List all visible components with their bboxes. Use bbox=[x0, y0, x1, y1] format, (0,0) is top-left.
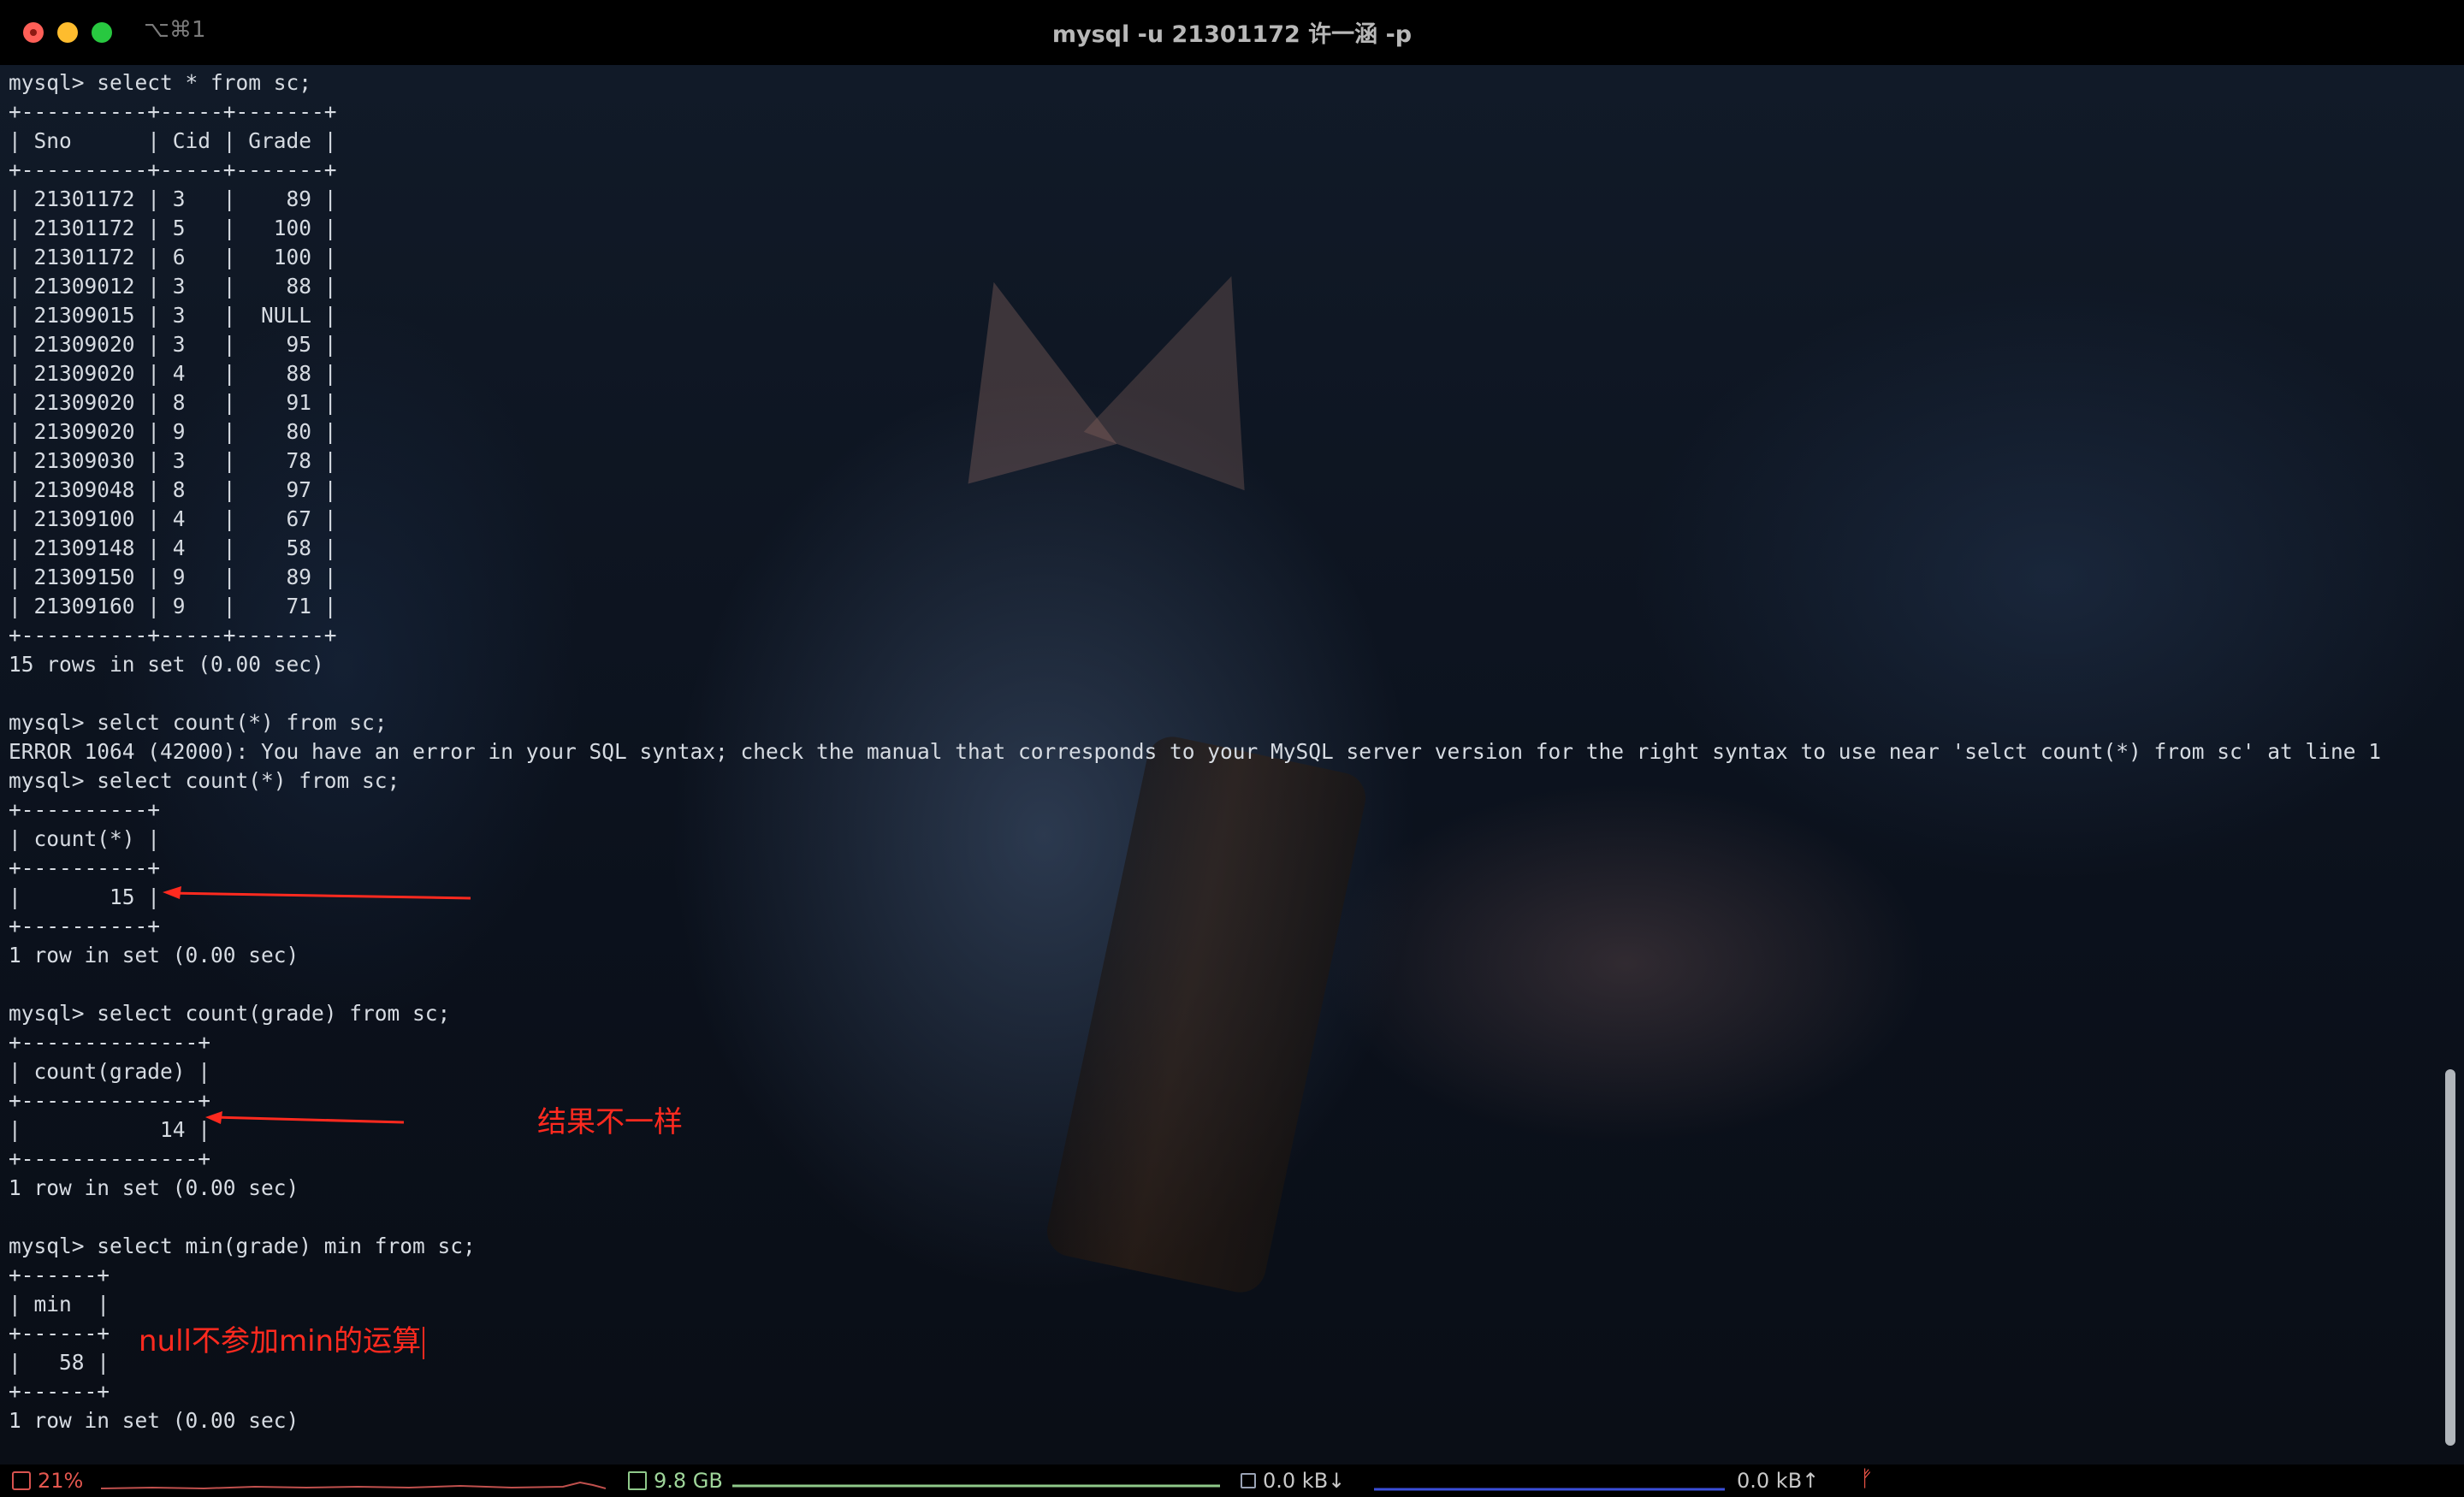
terminal-line: | 21309030 | 3 | 78 | bbox=[9, 448, 337, 473]
status-bar: 21% 9.8 GB 0.0 kB↓ 0.0 kB↑ ᚠ bbox=[0, 1464, 2464, 1497]
terminal-line: +--------------+ bbox=[9, 1030, 211, 1055]
terminal-line: mysql> select * from sc; bbox=[9, 70, 312, 95]
cpu-widget: 21% bbox=[12, 1469, 83, 1493]
terminal-line: +----------+-----+-------+ bbox=[9, 157, 337, 182]
memory-icon bbox=[628, 1471, 647, 1490]
terminal-line: | 21309020 | 4 | 88 | bbox=[9, 361, 337, 386]
terminal-line: | count(*) | bbox=[9, 826, 161, 851]
terminal-line: 1 row in set (0.00 sec) bbox=[9, 1175, 299, 1200]
memory-widget: 9.8 GB bbox=[628, 1469, 723, 1493]
terminal-line: | 21309048 | 8 | 97 | bbox=[9, 477, 337, 502]
terminal-line: | min | bbox=[9, 1292, 110, 1317]
terminal-line: +------+ bbox=[9, 1263, 110, 1287]
network-down-rate: 0.0 kB↓ bbox=[1263, 1469, 1346, 1493]
memory-usage: 9.8 GB bbox=[654, 1469, 723, 1493]
network-sparkline bbox=[1374, 1488, 1725, 1491]
terminal-scrollbar[interactable] bbox=[2445, 1069, 2455, 1446]
terminal-line: | 21309020 | 8 | 91 | bbox=[9, 390, 337, 415]
terminal-line: 1 row in set (0.00 sec) bbox=[9, 943, 299, 967]
network-up-rate: 0.0 kB↑ bbox=[1737, 1469, 1820, 1493]
terminal-line: | 21309015 | 3 | NULL | bbox=[9, 303, 337, 328]
terminal-line: +----------+ bbox=[9, 855, 161, 880]
terminal-line: +----------+-----+-------+ bbox=[9, 623, 337, 648]
terminal-line: | 21309012 | 3 | 88 | bbox=[9, 274, 337, 299]
window-title: mysql -u 21301172 许一涵 -p bbox=[1051, 21, 1413, 48]
terminal-line: +----------+ bbox=[9, 914, 161, 938]
network-icon bbox=[1241, 1473, 1256, 1488]
annotation-result-differs: 结果不一样 bbox=[537, 1105, 683, 1139]
terminal-line: | 21309020 | 9 | 80 | bbox=[9, 419, 337, 444]
terminal-line: 1 row in set (0.00 sec) bbox=[9, 1408, 299, 1433]
annotation-null-note-text: null不参加min的运算 bbox=[139, 1324, 422, 1358]
terminal-line: | 21309100 | 4 | 67 | bbox=[9, 506, 337, 531]
terminal-line: +----------+-----+-------+ bbox=[9, 99, 337, 124]
terminal-line: +--------------+ bbox=[9, 1146, 211, 1171]
terminal-line: mysql> selct count(*) from sc; bbox=[9, 710, 388, 735]
terminal-line: | 21301172 | 5 | 100 | bbox=[9, 216, 337, 240]
terminal-line: | Sno | Cid | Grade | bbox=[9, 128, 337, 153]
terminal-line: | 21301172 | 3 | 89 | bbox=[9, 186, 337, 211]
window-titlebar: ⌥⌘1 mysql -u 21301172 许一涵 -p bbox=[0, 0, 2464, 65]
cpu-usage: 21% bbox=[38, 1469, 84, 1493]
terminal-line: 15 rows in set (0.00 sec) bbox=[9, 652, 324, 677]
memory-sparkline bbox=[732, 1484, 1220, 1488]
terminal-line: +----------+ bbox=[9, 797, 161, 822]
terminal-line: mysql> select min(grade) min from sc; bbox=[9, 1234, 476, 1258]
terminal-line: | 21301172 | 6 | 100 | bbox=[9, 245, 337, 269]
network-up-widget: 0.0 kB↑ bbox=[1737, 1469, 1819, 1493]
annotation-null-note: null不参加min的运算 bbox=[139, 1317, 425, 1359]
terminal-line: mysql> select count(grade) from sc; bbox=[9, 1001, 451, 1026]
terminal-line: | 21309148 | 4 | 58 | bbox=[9, 535, 337, 560]
terminal-line: | 21309160 | 9 | 71 | bbox=[9, 594, 337, 618]
terminal-line: mysql> select count(*) from sc; bbox=[9, 768, 400, 793]
terminal-line: | count(grade) | bbox=[9, 1059, 211, 1084]
network-down-widget: 0.0 kB↓ bbox=[1241, 1469, 1345, 1493]
terminal-line: +------+ bbox=[9, 1379, 110, 1404]
annotation-arrow-count-grade bbox=[205, 1111, 405, 1124]
cpu-sparkline bbox=[101, 1481, 606, 1490]
cpu-icon bbox=[12, 1471, 31, 1490]
terminal-line: | 21309020 | 3 | 95 | bbox=[9, 332, 337, 357]
annotation-arrow-count-star bbox=[163, 886, 471, 900]
terminal-line: ERROR 1064 (42000): You have an error in… bbox=[9, 739, 2382, 764]
terminal-output[interactable]: mysql> select * from sc; +----------+----… bbox=[9, 68, 2430, 1435]
text-cursor bbox=[423, 1326, 425, 1359]
terminal-line: | 21309150 | 9 | 89 | bbox=[9, 565, 337, 589]
git-branch-icon: ᚠ bbox=[1860, 1466, 1874, 1492]
